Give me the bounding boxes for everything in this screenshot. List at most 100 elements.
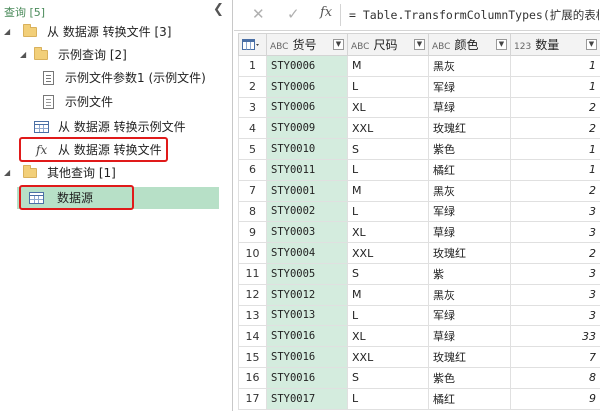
table-row[interactable]: 7 STY0001 M 黑灰 2 (238, 179, 600, 202)
cell-item-no[interactable]: STY0011 (266, 158, 348, 181)
cell-size[interactable]: L (347, 75, 429, 98)
cell-item-no[interactable]: STY0006 (266, 75, 348, 98)
row-number[interactable]: 14 (238, 325, 267, 348)
table-row[interactable]: 3 STY0006 XL 草绿 2 (238, 96, 600, 119)
table-row[interactable]: 13 STY0013 L 军绿 3 (238, 304, 600, 327)
query-group-other-queries[interactable]: ◢ 其他查询 [1] (4, 163, 229, 183)
cell-quantity[interactable]: 1 (510, 75, 600, 98)
column-filter-dropdown-icon[interactable]: ▼ (414, 39, 425, 50)
row-number[interactable]: 2 (238, 75, 267, 98)
cell-size[interactable]: XXL (347, 242, 429, 264)
table-row[interactable]: 12 STY0012 M 黑灰 3 (238, 283, 600, 306)
query-group-transform-file[interactable]: ◢ 从 数据源 转换文件 [3] (4, 22, 229, 42)
table-row[interactable]: 5 STY0010 S 紫色 1 (238, 138, 600, 160)
cell-size[interactable]: L (347, 200, 429, 223)
cell-color[interactable]: 军绿 (428, 304, 511, 327)
cell-item-no[interactable]: STY0013 (266, 304, 348, 327)
cell-item-no[interactable]: STY0001 (266, 179, 348, 202)
cell-item-no[interactable]: STY0005 (266, 262, 348, 285)
cell-color[interactable]: 军绿 (428, 200, 511, 223)
cell-size[interactable]: XXL (347, 346, 429, 368)
cell-item-no[interactable]: STY0016 (266, 346, 348, 368)
row-number[interactable]: 3 (238, 96, 267, 119)
cell-color[interactable]: 黑灰 (428, 179, 511, 202)
query-group-sample-queries[interactable]: ◢ 示例查询 [2] (14, 45, 229, 65)
row-number[interactable]: 17 (238, 387, 267, 410)
table-row[interactable]: 16 STY0016 S 紫色 8 (238, 366, 600, 389)
cell-quantity[interactable]: 9 (510, 387, 600, 410)
column-header-item-no[interactable]: ABC 货号 ▼ (266, 33, 348, 56)
row-number[interactable]: 8 (238, 200, 267, 223)
cell-color[interactable]: 草绿 (428, 325, 511, 348)
table-row[interactable]: 15 STY0016 XXL 玫瑰红 7 (238, 346, 600, 368)
row-number[interactable]: 15 (238, 346, 267, 368)
table-row[interactable]: 17 STY0017 L 橘红 9 (238, 387, 600, 410)
row-number[interactable]: 6 (238, 158, 267, 181)
table-row[interactable]: 4 STY0009 XXL 玫瑰红 2 (238, 117, 600, 140)
query-item-sample-file-parameter[interactable]: 示例文件参数1 (示例文件) (40, 68, 230, 88)
cell-size[interactable]: M (347, 179, 429, 202)
table-row[interactable]: 2 STY0006 L 军绿 1 (238, 75, 600, 98)
expanded-caret-icon[interactable]: ◢ (20, 45, 30, 65)
column-filter-dropdown-icon[interactable]: ▼ (586, 39, 597, 50)
cell-quantity[interactable]: 3 (510, 221, 600, 244)
cell-quantity[interactable]: 2 (510, 96, 600, 119)
row-number[interactable]: 9 (238, 221, 267, 244)
query-item-transform-sample-file[interactable]: 从 数据源 转换示例文件 (32, 117, 230, 137)
cell-size[interactable]: S (347, 262, 429, 285)
row-number[interactable]: 4 (238, 117, 267, 140)
cell-item-no[interactable]: STY0009 (266, 117, 348, 140)
table-menu-icon[interactable] (238, 33, 267, 56)
table-row[interactable]: 9 STY0003 XL 草绿 3 (238, 221, 600, 244)
cell-item-no[interactable]: STY0010 (266, 138, 348, 160)
insert-function-icon[interactable]: fx (320, 5, 332, 20)
cell-quantity[interactable]: 2 (510, 179, 600, 202)
expanded-caret-icon[interactable]: ◢ (4, 163, 14, 183)
column-header-quantity[interactable]: 123 数量 ▼ (510, 33, 600, 56)
table-row[interactable]: 10 STY0004 XXL 玫瑰红 2 (238, 242, 600, 264)
row-number[interactable]: 1 (238, 55, 267, 77)
row-number[interactable]: 10 (238, 242, 267, 264)
table-row[interactable]: 8 STY0002 L 军绿 3 (238, 200, 600, 223)
cell-quantity[interactable]: 7 (510, 346, 600, 368)
cancel-icon[interactable]: ✕ (252, 5, 265, 23)
cell-item-no[interactable]: STY0004 (266, 242, 348, 264)
cell-color[interactable]: 橘红 (428, 387, 511, 410)
cell-quantity[interactable]: 1 (510, 55, 600, 77)
text-type-icon[interactable]: ABC (270, 42, 288, 52)
cell-quantity[interactable]: 33 (510, 325, 600, 348)
cell-color[interactable]: 草绿 (428, 221, 511, 244)
cell-size[interactable]: S (347, 138, 429, 160)
cell-color[interactable]: 玫瑰红 (428, 242, 511, 264)
cell-color[interactable]: 紫色 (428, 366, 511, 389)
cell-size[interactable]: L (347, 158, 429, 181)
cell-item-no[interactable]: STY0016 (266, 325, 348, 348)
cell-color[interactable]: 黑灰 (428, 55, 511, 77)
cell-color[interactable]: 玫瑰红 (428, 117, 511, 140)
row-number[interactable]: 16 (238, 366, 267, 389)
cell-size[interactable]: XL (347, 96, 429, 119)
row-number[interactable]: 7 (238, 179, 267, 202)
cell-quantity[interactable]: 3 (510, 283, 600, 306)
cell-size[interactable]: S (347, 366, 429, 389)
cell-quantity[interactable]: 3 (510, 200, 600, 223)
row-number[interactable]: 12 (238, 283, 267, 306)
cell-size[interactable]: L (347, 304, 429, 327)
cell-item-no[interactable]: STY0006 (266, 55, 348, 77)
table-row[interactable]: 1 STY0006 M 黑灰 1 (238, 55, 600, 77)
column-header-size[interactable]: ABC 尺码 ▼ (347, 33, 429, 56)
row-number[interactable]: 5 (238, 138, 267, 160)
cell-color[interactable]: 紫色 (428, 138, 511, 160)
column-header-color[interactable]: ABC 颜色 ▼ (428, 33, 511, 56)
cell-quantity[interactable]: 3 (510, 262, 600, 285)
cell-color[interactable]: 玫瑰红 (428, 346, 511, 368)
cell-size[interactable]: M (347, 283, 429, 306)
cell-item-no[interactable]: STY0002 (266, 200, 348, 223)
table-row[interactable]: 11 STY0005 S 紫 3 (238, 262, 600, 285)
confirm-icon[interactable]: ✓ (287, 5, 300, 23)
cell-quantity[interactable]: 3 (510, 304, 600, 327)
column-filter-dropdown-icon[interactable]: ▼ (333, 39, 344, 50)
column-filter-dropdown-icon[interactable]: ▼ (496, 39, 507, 50)
cell-color[interactable]: 橘红 (428, 158, 511, 181)
text-type-icon[interactable]: ABC (432, 42, 450, 52)
